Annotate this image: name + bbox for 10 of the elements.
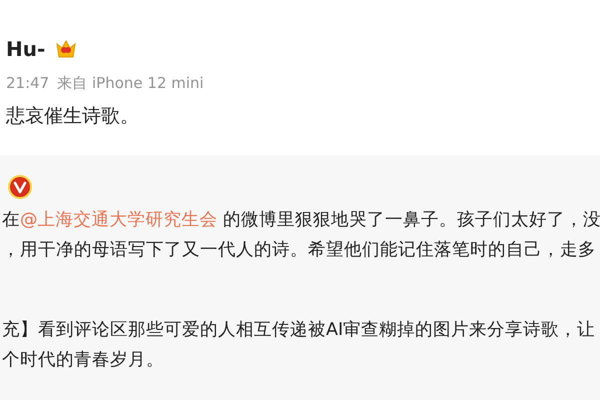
repost-text: 在@上海交通大学研究生会 的微博里狠狠地哭了一鼻子。孩子们太好了，没 (1, 209, 600, 232)
post-source: 来自 iPhone 12 mini (57, 74, 204, 93)
post-text: 悲哀催生诗歌。 (6, 104, 140, 129)
crown-icon (55, 38, 78, 60)
repost-text: 充】看到评论区那些可爱的人相互传递被AI审查糊掉的图片来分享诗歌，让 (1, 319, 596, 342)
user-name[interactable]: Hu- (6, 37, 46, 61)
repost-text: 个时代的青春岁月。 (1, 349, 165, 372)
post-time[interactable]: 21:47 (6, 74, 50, 93)
repost-text: ，用干净的母语写下了又一代人的诗。希望他们能记住落笔时的自己，走多 (1, 239, 597, 262)
mention-link[interactable]: @上海交通大学研究生会 (20, 210, 218, 230)
